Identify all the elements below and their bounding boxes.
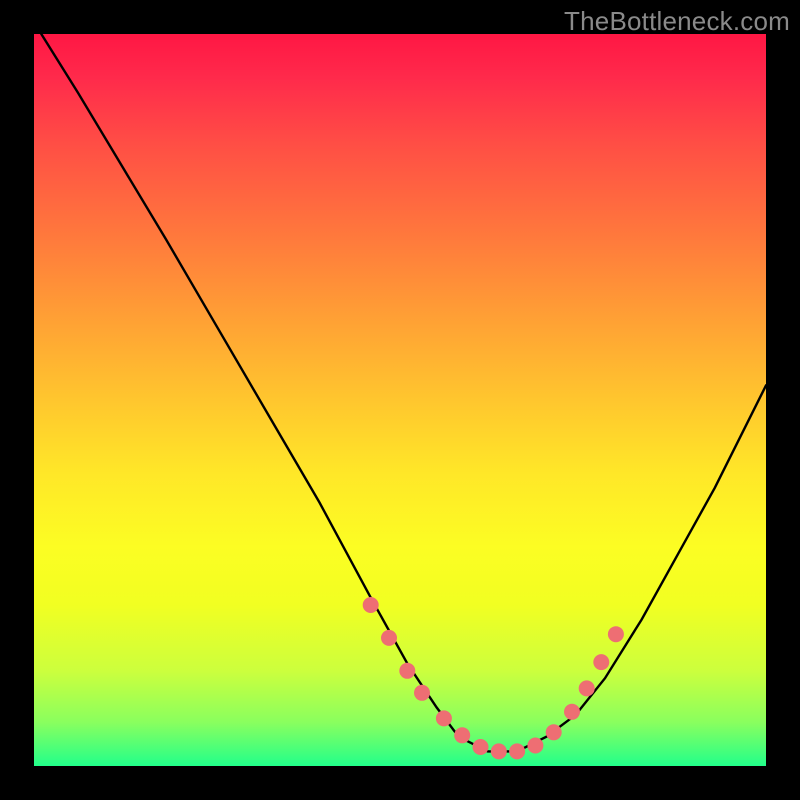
marker-dot (546, 724, 562, 740)
marker-dot (491, 743, 507, 759)
chart-svg (34, 34, 766, 766)
marker-dot (454, 727, 470, 743)
marker-dot (564, 704, 580, 720)
marker-dot (399, 663, 415, 679)
marker-dots (363, 597, 624, 759)
curve-layer (41, 34, 766, 751)
marker-dot (527, 738, 543, 754)
marker-dot (414, 685, 430, 701)
marker-dot (363, 597, 379, 613)
bottleneck-curve (41, 34, 766, 751)
marker-dot (381, 630, 397, 646)
marker-dot (579, 680, 595, 696)
chart-gradient-background (34, 34, 766, 766)
marker-dot (608, 626, 624, 642)
watermark-text: TheBottleneck.com (564, 6, 790, 37)
marker-dot (473, 739, 489, 755)
marker-dot (593, 654, 609, 670)
marker-dot (509, 743, 525, 759)
marker-dot (436, 710, 452, 726)
